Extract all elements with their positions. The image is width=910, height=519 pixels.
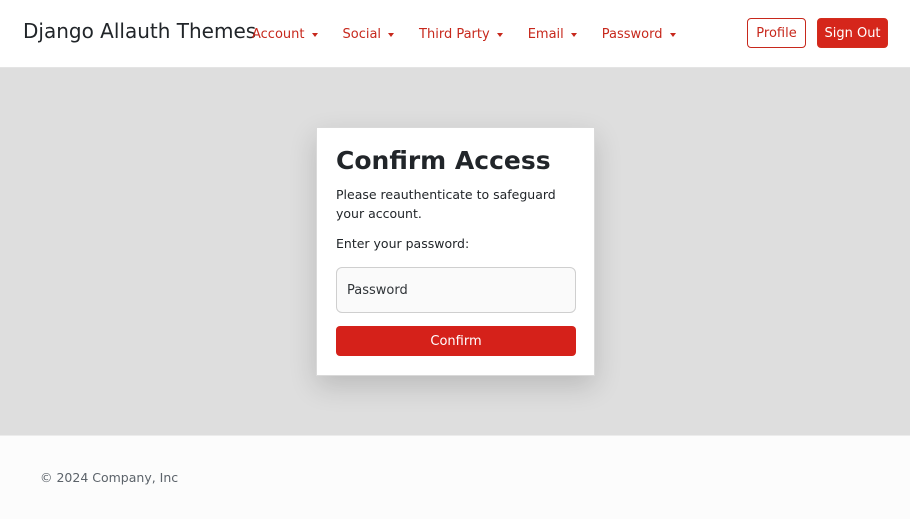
nav-third-party-dropdown[interactable]: Third Party bbox=[419, 27, 503, 42]
caret-down-icon bbox=[496, 32, 503, 37]
nav-email-label: Email bbox=[527, 26, 564, 42]
nav-account-dropdown[interactable]: Account bbox=[252, 27, 318, 42]
confirm-button[interactable]: Confirm bbox=[336, 326, 576, 356]
nav-account-label: Account bbox=[252, 26, 305, 42]
footer: © 2024 Company, Inc bbox=[0, 435, 910, 519]
password-label: Enter your password: bbox=[336, 236, 470, 251]
nav-password-dropdown[interactable]: Password bbox=[602, 27, 676, 42]
main-content: Confirm Access Please reauthenticate to … bbox=[0, 68, 910, 435]
caret-down-icon bbox=[311, 32, 318, 37]
confirm-access-card: Confirm Access Please reauthenticate to … bbox=[316, 127, 595, 376]
brand-title[interactable]: Django Allauth Themes bbox=[23, 19, 256, 43]
nav-social-label: Social bbox=[342, 26, 382, 42]
nav-third-party-label: Third Party bbox=[419, 26, 490, 42]
caret-down-icon bbox=[669, 32, 676, 37]
page-title: Confirm Access bbox=[336, 146, 551, 175]
nav-menu: Account Social Third Party Email Passwor… bbox=[252, 24, 701, 44]
caret-down-icon bbox=[388, 32, 395, 37]
top-navbar: Django Allauth Themes Account Social Thi… bbox=[0, 0, 910, 68]
card-description: Please reauthenticate to safeguard your … bbox=[336, 187, 556, 221]
password-input[interactable] bbox=[336, 267, 576, 313]
nav-social-dropdown[interactable]: Social bbox=[343, 27, 395, 42]
nav-email-dropdown[interactable]: Email bbox=[528, 27, 577, 42]
sign-out-button[interactable]: Sign Out bbox=[817, 18, 888, 48]
footer-copyright: © 2024 Company, Inc bbox=[40, 470, 179, 485]
profile-button[interactable]: Profile bbox=[747, 18, 806, 48]
caret-down-icon bbox=[570, 32, 577, 37]
nav-password-label: Password bbox=[601, 26, 663, 42]
